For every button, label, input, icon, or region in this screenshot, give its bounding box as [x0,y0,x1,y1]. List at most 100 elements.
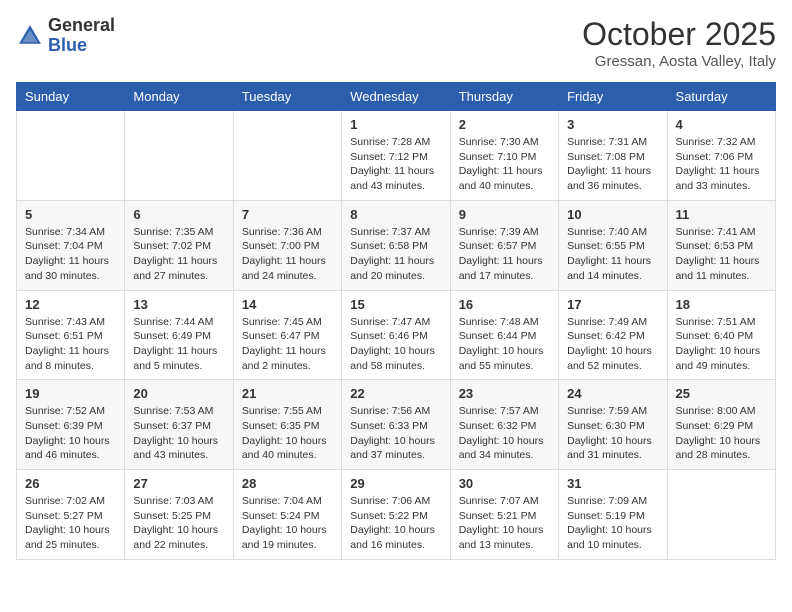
day-info: Sunrise: 7:40 AMSunset: 6:55 PMDaylight:… [567,225,658,284]
day-info: Sunrise: 7:02 AMSunset: 5:27 PMDaylight:… [25,494,116,553]
logo-icon [16,22,44,50]
day-number: 23 [459,386,550,401]
day-number: 25 [676,386,767,401]
calendar-week-row: 1 Sunrise: 7:28 AMSunset: 7:12 PMDaylight… [17,111,776,201]
day-of-week-header: Tuesday [233,83,341,111]
logo-blue: Blue [48,35,87,55]
day-number: 18 [676,297,767,312]
calendar-cell: 8 Sunrise: 7:37 AMSunset: 6:58 PMDaylight… [342,200,450,290]
calendar-cell: 6 Sunrise: 7:35 AMSunset: 7:02 PMDaylight… [125,200,233,290]
day-number: 15 [350,297,441,312]
day-number: 3 [567,117,658,132]
calendar-table: SundayMondayTuesdayWednesdayThursdayFrid… [16,82,776,560]
calendar-week-row: 19 Sunrise: 7:52 AMSunset: 6:39 PMDayligh… [17,380,776,470]
day-info: Sunrise: 7:32 AMSunset: 7:06 PMDaylight:… [676,135,767,194]
day-number: 13 [133,297,224,312]
day-info: Sunrise: 7:34 AMSunset: 7:04 PMDaylight:… [25,225,116,284]
day-info: Sunrise: 7:47 AMSunset: 6:46 PMDaylight:… [350,315,441,374]
day-number: 4 [676,117,767,132]
calendar-cell: 14Sunrise: 7:45 AMSunset: 6:47 PMDayligh… [233,290,341,380]
day-info: Sunrise: 7:55 AMSunset: 6:35 PMDaylight:… [242,404,333,463]
day-of-week-header: Saturday [667,83,775,111]
calendar-cell: 30 Sunrise: 7:07 AMSunset: 5:21 PMDayligh… [450,470,558,560]
calendar-cell: 25Sunrise: 8:00 AMSunset: 6:29 PMDayligh… [667,380,775,470]
day-number: 21 [242,386,333,401]
calendar-cell: 20 Sunrise: 7:53 AMSunset: 6:37 PMDayligh… [125,380,233,470]
day-number: 2 [459,117,550,132]
day-info: Sunrise: 7:39 AMSunset: 6:57 PMDaylight:… [459,225,550,284]
day-info: Sunrise: 7:37 AMSunset: 6:58 PMDaylight:… [350,225,441,284]
logo: General Blue [16,16,115,56]
day-info: Sunrise: 7:57 AMSunset: 6:32 PMDaylight:… [459,404,550,463]
day-number: 7 [242,207,333,222]
day-info: Sunrise: 7:07 AMSunset: 5:21 PMDaylight:… [459,494,550,553]
calendar-cell: 24 Sunrise: 7:59 AMSunset: 6:30 PMDayligh… [559,380,667,470]
day-info: Sunrise: 7:36 AMSunset: 7:00 PMDaylight:… [242,225,333,284]
day-number: 16 [459,297,550,312]
calendar-cell [125,111,233,201]
day-info: Sunrise: 7:59 AMSunset: 6:30 PMDaylight:… [567,404,658,463]
day-number: 22 [350,386,441,401]
day-number: 12 [25,297,116,312]
day-number: 20 [133,386,224,401]
day-info: Sunrise: 7:48 AMSunset: 6:44 PMDaylight:… [459,315,550,374]
title-block: October 2025 Gressan, Aosta Valley, Ital… [582,16,776,70]
day-number: 24 [567,386,658,401]
day-of-week-header: Thursday [450,83,558,111]
day-info: Sunrise: 7:28 AMSunset: 7:12 PMDaylight:… [350,135,441,194]
location-subtitle: Gressan, Aosta Valley, Italy [582,53,776,70]
calendar-cell [233,111,341,201]
calendar-cell: 1 Sunrise: 7:28 AMSunset: 7:12 PMDaylight… [342,111,450,201]
day-info: Sunrise: 7:52 AMSunset: 6:39 PMDaylight:… [25,404,116,463]
page-header: General Blue October 2025 Gressan, Aosta… [16,16,776,70]
calendar-cell: 28Sunrise: 7:04 AMSunset: 5:24 PMDayligh… [233,470,341,560]
day-number: 1 [350,117,441,132]
day-number: 9 [459,207,550,222]
day-info: Sunrise: 7:53 AMSunset: 6:37 PMDaylight:… [133,404,224,463]
calendar-header-row: SundayMondayTuesdayWednesdayThursdayFrid… [17,83,776,111]
calendar-cell: 22 Sunrise: 7:56 AMSunset: 6:33 PMDayligh… [342,380,450,470]
calendar-cell: 31Sunrise: 7:09 AMSunset: 5:19 PMDayligh… [559,470,667,560]
calendar-cell: 13 Sunrise: 7:44 AMSunset: 6:49 PMDayligh… [125,290,233,380]
day-number: 30 [459,476,550,491]
calendar-week-row: 26Sunrise: 7:02 AMSunset: 5:27 PMDayligh… [17,470,776,560]
calendar-cell: 29 Sunrise: 7:06 AMSunset: 5:22 PMDayligh… [342,470,450,560]
day-info: Sunrise: 7:41 AMSunset: 6:53 PMDaylight:… [676,225,767,284]
day-info: Sunrise: 7:35 AMSunset: 7:02 PMDaylight:… [133,225,224,284]
logo-general: General [48,15,115,35]
calendar-week-row: 12Sunrise: 7:43 AMSunset: 6:51 PMDayligh… [17,290,776,380]
calendar-cell: 2Sunrise: 7:30 AMSunset: 7:10 PMDaylight… [450,111,558,201]
day-number: 17 [567,297,658,312]
calendar-cell: 27 Sunrise: 7:03 AMSunset: 5:25 PMDayligh… [125,470,233,560]
day-number: 29 [350,476,441,491]
day-number: 10 [567,207,658,222]
calendar-cell: 16 Sunrise: 7:48 AMSunset: 6:44 PMDayligh… [450,290,558,380]
month-title: October 2025 [582,16,776,53]
day-of-week-header: Sunday [17,83,125,111]
day-of-week-header: Wednesday [342,83,450,111]
calendar-cell: 15 Sunrise: 7:47 AMSunset: 6:46 PMDayligh… [342,290,450,380]
day-number: 19 [25,386,116,401]
day-number: 6 [133,207,224,222]
calendar-cell: 5Sunrise: 7:34 AMSunset: 7:04 PMDaylight… [17,200,125,290]
calendar-cell [17,111,125,201]
calendar-cell: 23 Sunrise: 7:57 AMSunset: 6:32 PMDayligh… [450,380,558,470]
day-number: 28 [242,476,333,491]
calendar-cell: 17Sunrise: 7:49 AMSunset: 6:42 PMDayligh… [559,290,667,380]
day-info: Sunrise: 7:03 AMSunset: 5:25 PMDaylight:… [133,494,224,553]
day-info: Sunrise: 7:56 AMSunset: 6:33 PMDaylight:… [350,404,441,463]
day-number: 27 [133,476,224,491]
calendar-cell: 12Sunrise: 7:43 AMSunset: 6:51 PMDayligh… [17,290,125,380]
day-info: Sunrise: 7:31 AMSunset: 7:08 PMDaylight:… [567,135,658,194]
calendar-cell: 19 Sunrise: 7:52 AMSunset: 6:39 PMDayligh… [17,380,125,470]
day-number: 31 [567,476,658,491]
calendar-body: 1 Sunrise: 7:28 AMSunset: 7:12 PMDaylight… [17,111,776,560]
calendar-week-row: 5Sunrise: 7:34 AMSunset: 7:04 PMDaylight… [17,200,776,290]
day-info: Sunrise: 7:06 AMSunset: 5:22 PMDaylight:… [350,494,441,553]
calendar-cell: 3 Sunrise: 7:31 AMSunset: 7:08 PMDaylight… [559,111,667,201]
calendar-cell: 7 Sunrise: 7:36 AMSunset: 7:00 PMDaylight… [233,200,341,290]
day-of-week-header: Friday [559,83,667,111]
day-info: Sunrise: 7:44 AMSunset: 6:49 PMDaylight:… [133,315,224,374]
calendar-cell: 26Sunrise: 7:02 AMSunset: 5:27 PMDayligh… [17,470,125,560]
day-number: 8 [350,207,441,222]
